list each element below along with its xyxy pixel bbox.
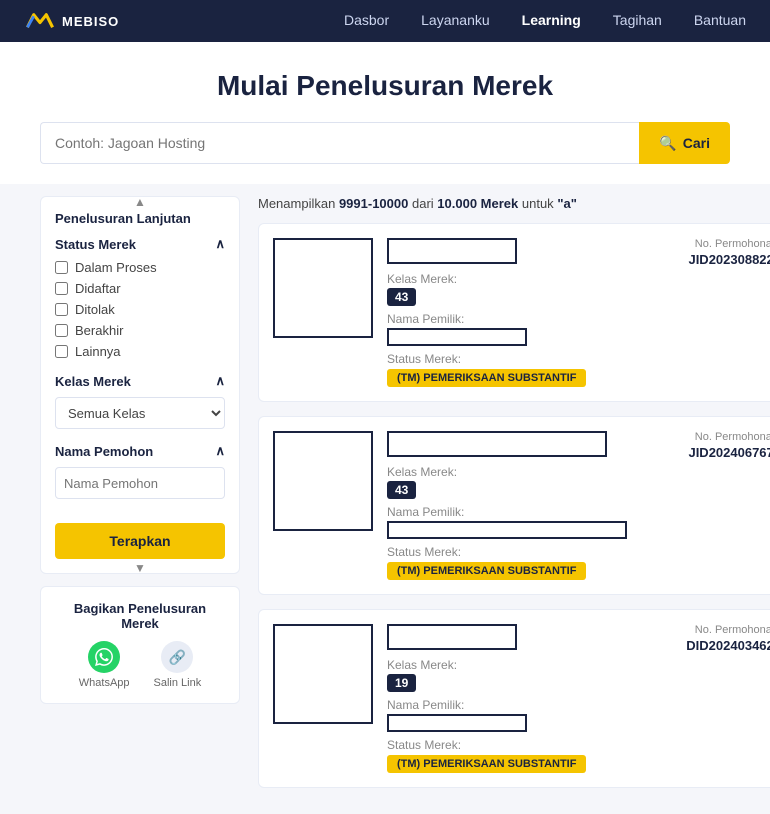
- checkbox-lainnya[interactable]: Lainnya: [55, 344, 225, 359]
- result-info: Kelas Merek: 19 Nama Pemilik: Status Mer…: [387, 624, 627, 773]
- result-card: Kelas Merek: 43 Nama Pemilik: Status Mer…: [258, 223, 770, 402]
- search-button[interactable]: 🔍 Cari: [639, 122, 730, 164]
- share-title: Bagikan Penelusuran Merek: [55, 601, 225, 631]
- status-section: Status Merek ∧ Dalam Proses Didaftar Dit…: [55, 236, 225, 359]
- no-permohonan-value: JID2023088220: [641, 252, 770, 267]
- sidebar-title: Penelusuran Lanjutan: [55, 211, 225, 226]
- no-permohonan-label: No. Permohonan:: [641, 238, 770, 250]
- link-share[interactable]: 🔗 Salin Link: [154, 641, 202, 689]
- status-badge: (TM) PEMERIKSAAN SUBSTANTIF: [387, 369, 586, 387]
- terapkan-button[interactable]: Terapkan: [55, 523, 225, 559]
- kelas-select[interactable]: Semua Kelas: [55, 397, 225, 429]
- status-badge: (TM) PEMERIKSAAN SUBSTANTIF: [387, 562, 586, 580]
- share-icons: WhatsApp 🔗 Salin Link: [55, 641, 225, 689]
- logo[interactable]: MEBISO: [24, 10, 119, 32]
- checkbox-didaftar[interactable]: Didaftar: [55, 281, 225, 296]
- nama-pemilik-box: [387, 714, 527, 732]
- nav-item-learning[interactable]: Learning: [522, 12, 581, 30]
- no-permohonan-label: No. Permohonan:: [641, 431, 770, 443]
- share-box: Bagikan Penelusuran Merek WhatsApp 🔗 Sal…: [40, 586, 240, 704]
- scroll-up-button[interactable]: ▲: [130, 195, 150, 209]
- result-logo: [273, 624, 373, 724]
- scroll-down-button[interactable]: ▼: [130, 561, 150, 575]
- nama-header[interactable]: Nama Pemohon ∧: [55, 443, 225, 459]
- page-title-section: Mulai Penelusuran Merek: [0, 42, 770, 122]
- logo-text: MEBISO: [62, 14, 119, 29]
- nama-pemilik-box: [387, 328, 527, 346]
- kelas-badge: 19: [387, 674, 416, 692]
- chevron-up-icon-kelas: ∧: [215, 373, 225, 389]
- nama-pemilik-box: [387, 521, 627, 539]
- nama-pemohon-input[interactable]: [55, 467, 225, 499]
- result-logo: [273, 431, 373, 531]
- kelas-label: Kelas Merek:: [387, 658, 627, 672]
- page-title: Mulai Penelusuran Merek: [0, 70, 770, 102]
- chevron-up-icon-nama: ∧: [215, 443, 225, 459]
- result-name-box: [387, 431, 607, 457]
- status-header[interactable]: Status Merek ∧: [55, 236, 225, 252]
- link-label: Salin Link: [154, 677, 202, 689]
- result-card: Kelas Merek: 19 Nama Pemilik: Status Mer…: [258, 609, 770, 788]
- kelas-label: Kelas Merek:: [387, 272, 627, 286]
- search-input[interactable]: [40, 122, 639, 164]
- nama-pemilik-label: Nama Pemilik:: [387, 505, 627, 519]
- whatsapp-share[interactable]: WhatsApp: [79, 641, 130, 689]
- chevron-up-icon: ∧: [215, 236, 225, 252]
- nav-item-bantuan[interactable]: Bantuan: [694, 12, 746, 30]
- results-meta: Menampilkan 9991-10000 dari 10.000 Merek…: [258, 196, 770, 211]
- result-meta-right: No. Permohonan: JID2024067671: [641, 431, 770, 460]
- status-badge: (TM) PEMERIKSAAN SUBSTANTIF: [387, 755, 586, 773]
- result-logo: [273, 238, 373, 338]
- kelas-label: Kelas Merek:: [387, 465, 627, 479]
- logo-icon: [24, 10, 56, 32]
- checkbox-berakhir[interactable]: Berakhir: [55, 323, 225, 338]
- no-permohonan-value: DID2024034621: [641, 638, 770, 653]
- result-name-box: [387, 238, 517, 264]
- navbar: MEBISO Dasbor Layananku Learning Tagihan…: [0, 0, 770, 42]
- nav-item-dasbor[interactable]: Dasbor: [344, 12, 389, 30]
- search-section: 🔍 Cari: [0, 122, 770, 184]
- sidebar: ▲ Penelusuran Lanjutan Status Merek ∧ Da…: [40, 196, 240, 574]
- result-name-box: [387, 624, 517, 650]
- result-meta-right: No. Permohonan: JID2023088220: [641, 238, 770, 267]
- main-layout: ▲ Penelusuran Lanjutan Status Merek ∧ Da…: [0, 184, 770, 814]
- no-permohonan-value: JID2024067671: [641, 445, 770, 460]
- checkbox-ditolak[interactable]: Ditolak: [55, 302, 225, 317]
- search-icon: 🔍: [659, 135, 676, 152]
- nama-pemilik-label: Nama Pemilik:: [387, 312, 627, 326]
- whatsapp-icon: [88, 641, 120, 673]
- nama-section: Nama Pemohon ∧: [55, 443, 225, 509]
- kelas-badge: 43: [387, 481, 416, 499]
- nama-pemilik-label: Nama Pemilik:: [387, 698, 627, 712]
- status-label: Status Merek:: [387, 352, 627, 366]
- no-permohonan-label: No. Permohonan:: [641, 624, 770, 636]
- kelas-section: Kelas Merek ∧ Semua Kelas: [55, 373, 225, 429]
- result-info: Kelas Merek: 43 Nama Pemilik: Status Mer…: [387, 238, 627, 387]
- results-section: Menampilkan 9991-10000 dari 10.000 Merek…: [258, 196, 770, 802]
- result-info: Kelas Merek: 43 Nama Pemilik: Status Mer…: [387, 431, 627, 580]
- nav-item-tagihan[interactable]: Tagihan: [613, 12, 662, 30]
- status-label: Status Merek:: [387, 738, 627, 752]
- nav-links: Dasbor Layananku Learning Tagihan Bantua…: [344, 12, 746, 30]
- link-icon: 🔗: [161, 641, 193, 673]
- result-card: Kelas Merek: 43 Nama Pemilik: Status Mer…: [258, 416, 770, 595]
- nav-item-layananku[interactable]: Layananku: [421, 12, 490, 30]
- checkbox-dalam-proses[interactable]: Dalam Proses: [55, 260, 225, 275]
- kelas-badge: 43: [387, 288, 416, 306]
- status-label: Status Merek:: [387, 545, 627, 559]
- result-meta-right: No. Permohonan: DID2024034621: [641, 624, 770, 653]
- whatsapp-label: WhatsApp: [79, 677, 130, 689]
- kelas-header[interactable]: Kelas Merek ∧: [55, 373, 225, 389]
